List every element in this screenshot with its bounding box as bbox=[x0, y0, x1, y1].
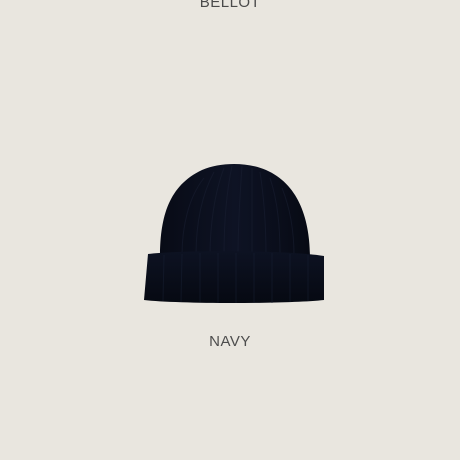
color-name: NAVY bbox=[209, 333, 251, 350]
brand-name: BELLOT bbox=[199, 0, 261, 11]
beanie-icon bbox=[144, 164, 324, 303]
beanie-cuff bbox=[144, 251, 324, 303]
product-image[interactable] bbox=[138, 158, 330, 308]
